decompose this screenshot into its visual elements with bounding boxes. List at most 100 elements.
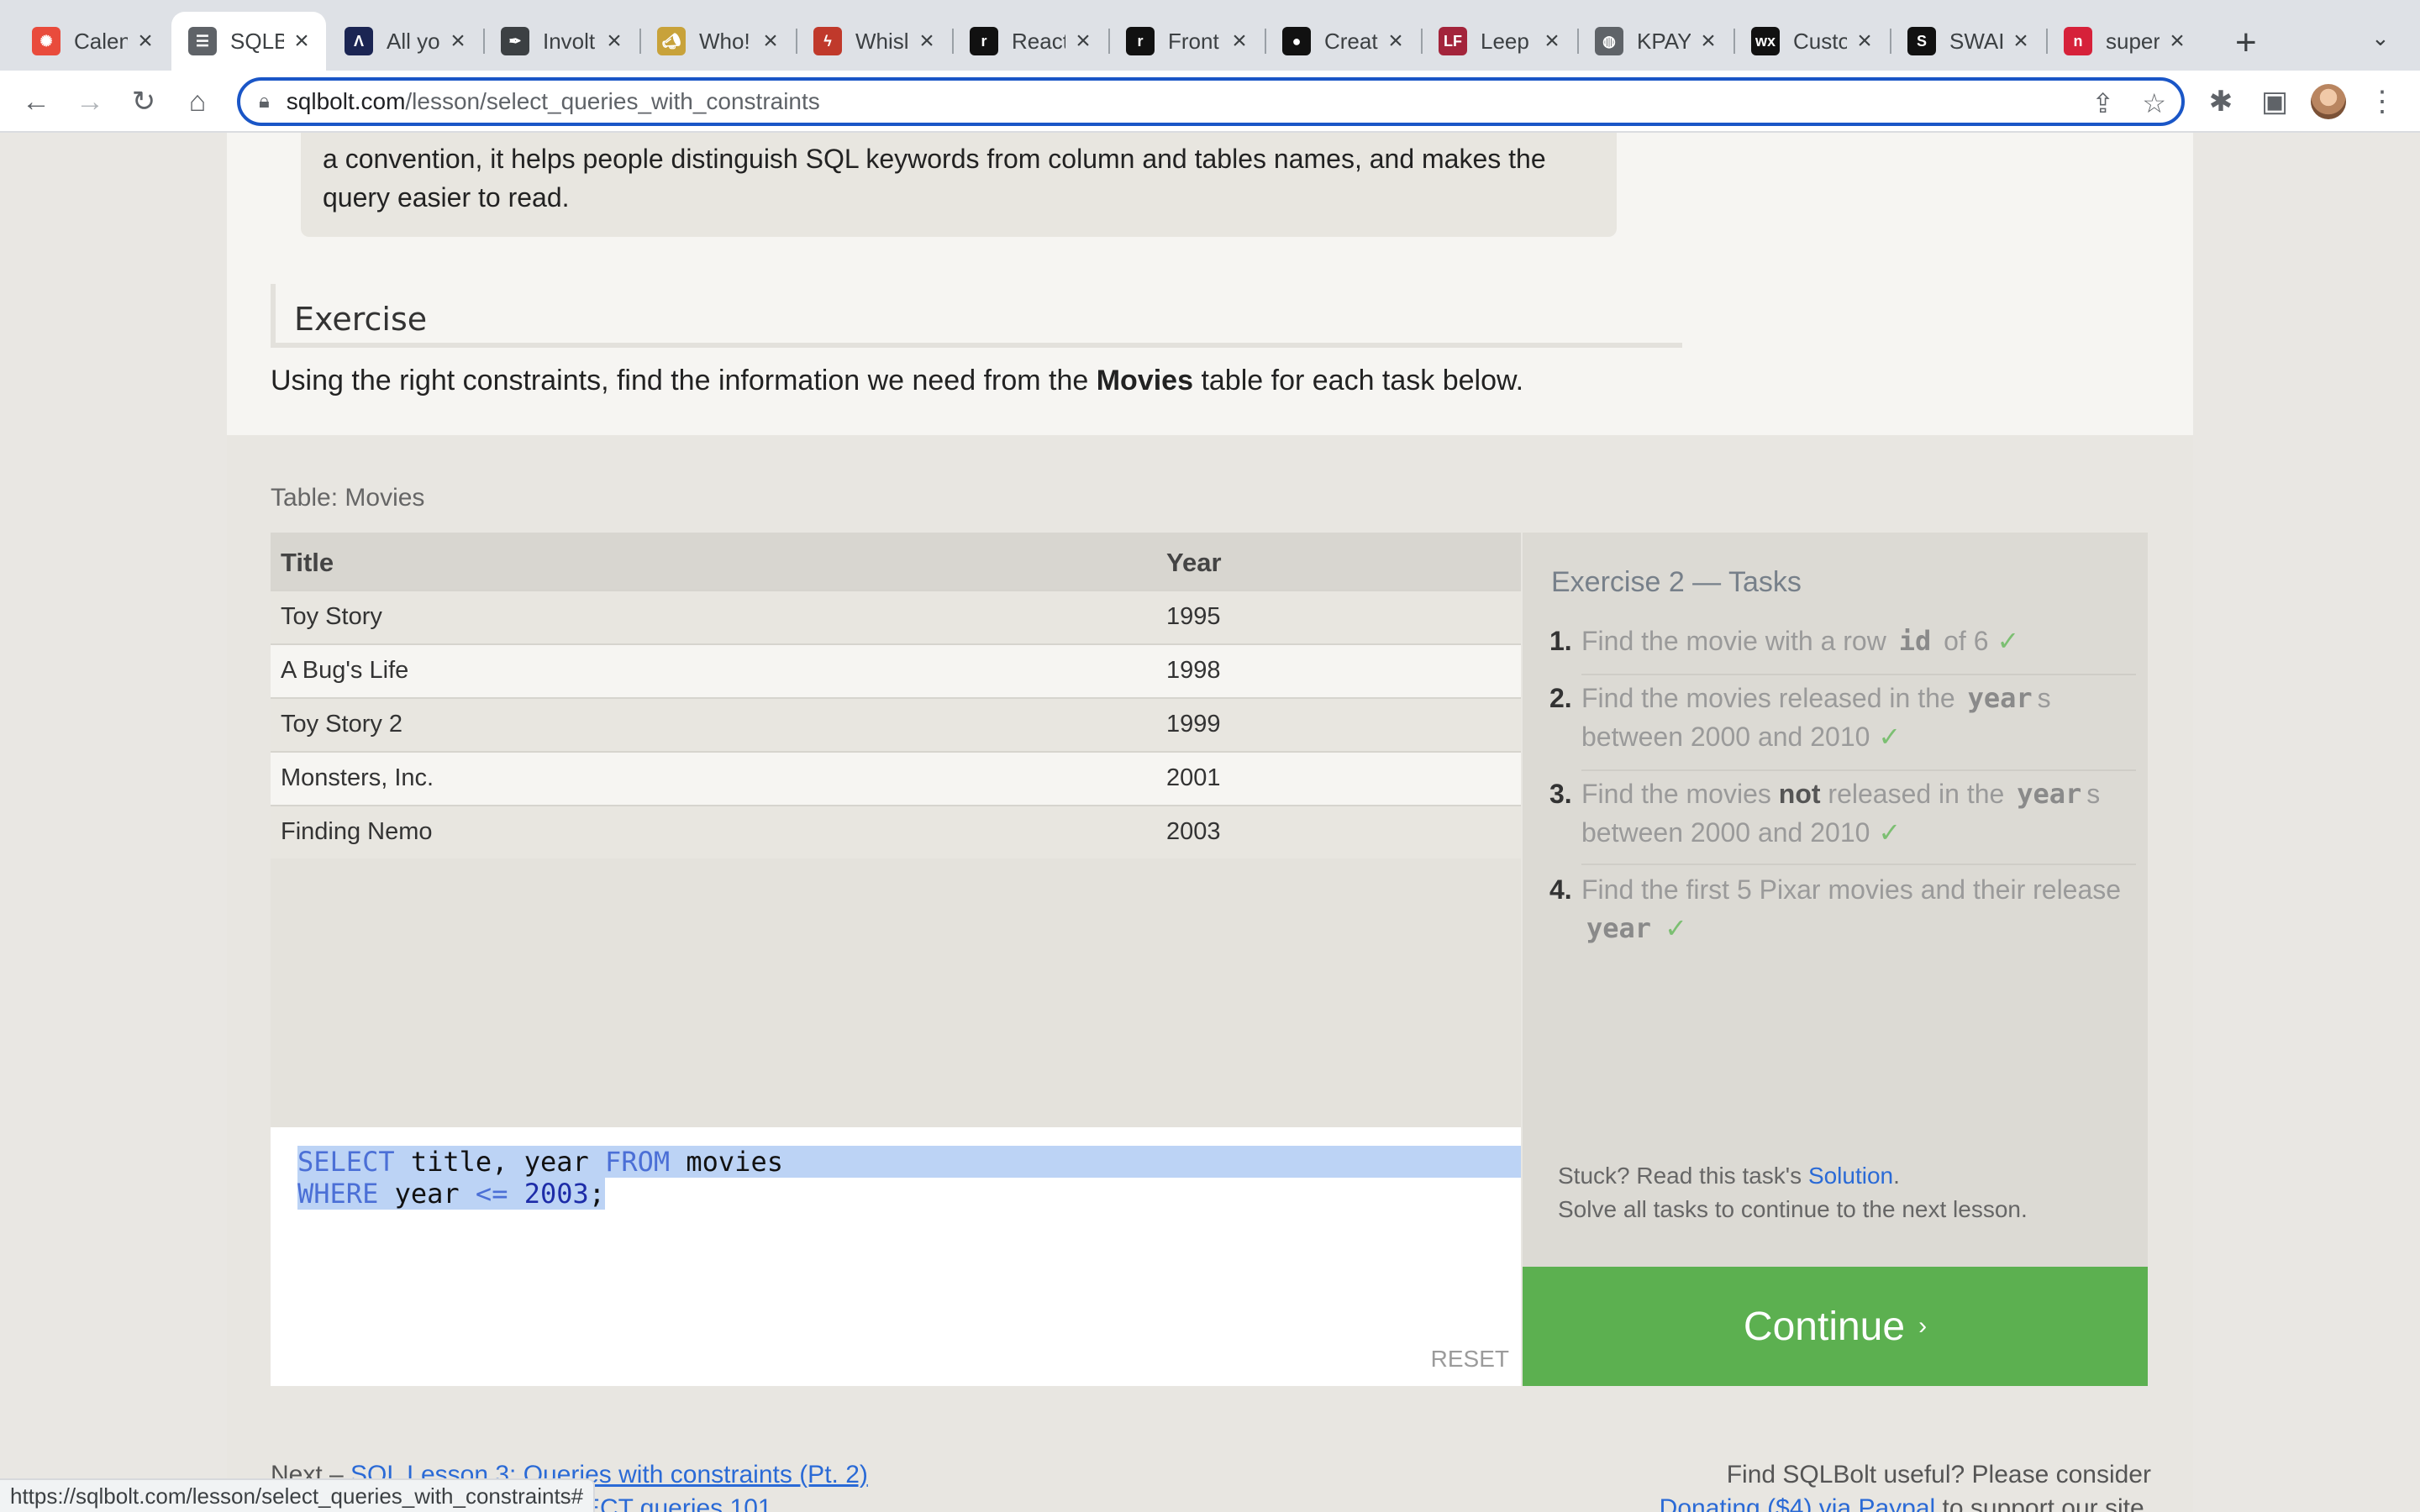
tab-title: Calen [74, 28, 128, 54]
tab-close-icon[interactable]: × [1696, 27, 1721, 55]
bookmark-star-icon[interactable]: ☆ [2142, 87, 2166, 119]
tab-separator [1890, 29, 1891, 54]
browser-tab[interactable]: r React × [953, 12, 1107, 71]
tab-separator [796, 29, 797, 54]
reload-icon[interactable]: ↻ [123, 81, 165, 123]
table-caption: Table: Movies [271, 484, 425, 512]
task-divider [1581, 769, 2136, 771]
tab-close-icon[interactable]: × [2165, 27, 2190, 55]
cell-title: A Bug's Life [281, 657, 409, 684]
browser-tab[interactable]: ✒ Involt × [484, 12, 639, 71]
browser-tab[interactable]: ✺ Calen × [15, 12, 170, 71]
browser-tab[interactable]: 📣︎ Who! × [640, 12, 795, 71]
calendar-favicon-icon: ✺ [32, 27, 60, 55]
table-row: Toy Story 2 1999 [271, 697, 1521, 751]
cell-year: 2001 [1166, 764, 1221, 791]
browser-tab[interactable]: S SWAI × [1891, 12, 2045, 71]
back-arrow-icon[interactable]: ← [15, 81, 57, 123]
sql-code[interactable]: SELECT title, year FROM movies WHERE yea… [297, 1146, 1521, 1210]
table-row: Finding Nemo 2003 [271, 805, 1521, 858]
browser-tab[interactable]: Λ All yo × [328, 12, 482, 71]
sql-query-editor[interactable]: SELECT title, year FROM movies WHERE yea… [271, 1127, 1521, 1386]
browser-tab[interactable]: ϟ Whisl × [797, 12, 951, 71]
lesson-note-box: a convention, it helps people distinguis… [301, 133, 1617, 237]
database-favicon-icon: ☰ [188, 27, 217, 55]
side-panel-icon[interactable]: ▣ [2254, 81, 2296, 123]
tab-separator [1108, 29, 1110, 54]
table-row: A Bug's Life 1998 [271, 643, 1521, 697]
solution-link[interactable]: Solution [1808, 1163, 1893, 1189]
lf-favicon-icon: LF [1439, 27, 1467, 55]
table-empty-space [271, 858, 1521, 1127]
forward-arrow-icon[interactable]: → [69, 81, 111, 123]
tab-close-icon[interactable]: × [1852, 27, 1877, 55]
donate-link[interactable]: Donating ($4) via Paypal [1660, 1494, 1936, 1512]
tab-title: Front [1168, 28, 1219, 54]
tab-close-icon[interactable]: × [445, 27, 471, 55]
cell-title: Toy Story 2 [281, 711, 403, 738]
cell-title: Finding Nemo [281, 818, 433, 845]
table-header: Title Year [271, 533, 1521, 590]
wix-favicon-icon: wx [1751, 27, 1780, 55]
task-item: 2. Find the movies released in the year s… [1549, 682, 2051, 752]
browser-menu-icon[interactable]: ⋮ [2361, 81, 2403, 123]
exercise-area: Table: Movies Title Year Toy Story 1995 … [227, 435, 2193, 1512]
note-line: query easier to read. [323, 182, 570, 213]
r-logo-favicon-icon: r [1126, 27, 1155, 55]
tab-close-icon[interactable]: × [2008, 27, 2033, 55]
cell-title: Toy Story [281, 603, 382, 630]
reset-button[interactable]: RESET [1431, 1346, 1509, 1373]
tab-close-icon[interactable]: × [1071, 27, 1096, 55]
tab-close-icon[interactable]: × [758, 27, 783, 55]
tab-close-icon[interactable]: × [914, 27, 939, 55]
browser-tab[interactable]: ☰ SQLB × [171, 12, 326, 71]
tab-separator [483, 29, 485, 54]
feather-favicon-icon: ✒ [501, 27, 529, 55]
cell-title: Monsters, Inc. [281, 764, 434, 791]
bolt-favicon-icon: ϟ [813, 27, 842, 55]
tab-title: React [1012, 28, 1065, 54]
browser-tab[interactable]: wx Custo × [1734, 12, 1889, 71]
lock-icon: 🔒︎ [259, 90, 270, 113]
browser-tab[interactable]: r Front × [1109, 12, 1264, 71]
check-icon: ✓ [1878, 817, 1902, 848]
tab-close-icon[interactable]: × [289, 27, 314, 55]
share-icon[interactable]: ⇪ [2091, 87, 2114, 119]
column-header-year: Year [1166, 548, 1222, 577]
browser-tab[interactable]: n super × [2047, 12, 2202, 71]
tab-close-icon[interactable]: × [1383, 27, 1408, 55]
status-bar-url: https://sqlbolt.com/lesson/select_querie… [0, 1478, 596, 1512]
browser-tab[interactable]: ◍ KPAY × [1578, 12, 1733, 71]
tab-separator [1265, 29, 1266, 54]
tab-title: All yo [387, 28, 440, 54]
sw-favicon-icon: S [1907, 27, 1936, 55]
table-row: Monsters, Inc. 2001 [271, 751, 1521, 805]
footer-donate: Find SQLBolt useful? Please consider Don… [1660, 1458, 2151, 1512]
address-bar[interactable]: 🔒︎ sqlbolt.com/lesson/select_queries_wit… [237, 77, 2185, 126]
tab-search-chevron-icon[interactable]: ⌄ [2371, 25, 2390, 51]
tab-close-icon[interactable]: × [602, 27, 627, 55]
browser-tab[interactable]: ● Creat × [1265, 12, 1420, 71]
table-row: Toy Story 1995 [271, 590, 1521, 643]
browser-tab[interactable]: LF Leep × [1422, 12, 1576, 71]
r-logo-favicon-icon: r [970, 27, 998, 55]
profile-avatar[interactable] [2311, 84, 2346, 119]
tab-close-icon[interactable]: × [1539, 27, 1565, 55]
home-icon[interactable]: ⌂ [176, 81, 218, 123]
tab-title: Involt [543, 28, 596, 54]
tab-title: super [2106, 28, 2160, 54]
new-tab-button[interactable]: + [2235, 22, 2257, 64]
code-line: SELECT title, year FROM movies [297, 1146, 1521, 1178]
task-divider [1581, 864, 2136, 865]
prev-lesson-link[interactable]: ECT queries 101 [583, 1494, 772, 1512]
task-divider [1581, 674, 2136, 675]
check-icon: ✓ [1665, 913, 1687, 943]
tab-separator [639, 29, 641, 54]
tab-title: Creat [1324, 28, 1378, 54]
continue-button[interactable]: Continue › [1523, 1267, 2148, 1386]
extensions-puzzle-icon[interactable]: ✱ [2200, 81, 2242, 123]
task-item: 1. Find the movie with a row id of 6 ✓ [1549, 625, 2020, 657]
tab-close-icon[interactable]: × [1227, 27, 1252, 55]
address-url: sqlbolt.com/lesson/select_queries_with_c… [286, 88, 820, 114]
tab-close-icon[interactable]: × [133, 27, 158, 55]
